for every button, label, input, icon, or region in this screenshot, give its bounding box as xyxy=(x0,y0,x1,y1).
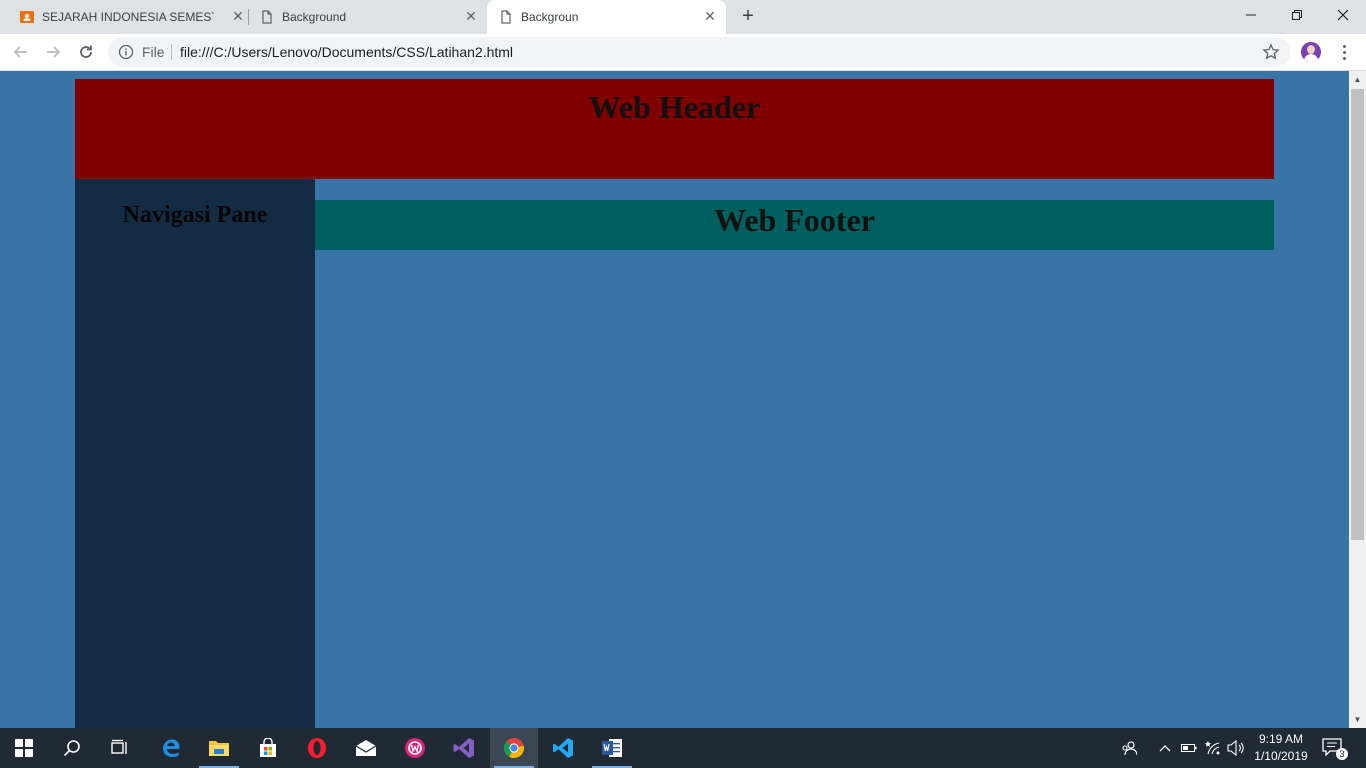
navigation-pane-title: Navigasi Pane xyxy=(122,202,268,228)
back-button[interactable] xyxy=(9,40,33,64)
web-footer-title: Web Footer xyxy=(714,202,875,238)
chevron-up-icon[interactable] xyxy=(1155,738,1175,758)
system-clock[interactable]: 9:19 AM 1/10/2019 xyxy=(1248,731,1314,765)
tab-background[interactable]: Background ✕ xyxy=(248,0,486,34)
new-tab-button[interactable]: + xyxy=(737,6,759,28)
word-app[interactable] xyxy=(588,728,636,768)
reload-button[interactable] xyxy=(74,40,98,64)
forward-button[interactable] xyxy=(41,40,65,64)
chrome-icon xyxy=(503,738,525,759)
tab-sejarah[interactable]: SEJARAH INDONESIA SEMESTER ✕ xyxy=(8,0,248,34)
opera-app[interactable] xyxy=(293,728,341,768)
close-icon[interactable]: ✕ xyxy=(702,8,718,24)
store-icon xyxy=(260,738,276,757)
wamp-icon xyxy=(405,738,425,758)
navigation-pane: Navigasi Pane xyxy=(75,179,315,728)
classroom-icon xyxy=(20,10,34,24)
info-icon[interactable] xyxy=(118,44,134,60)
battery-icon[interactable] xyxy=(1179,738,1199,758)
visual-studio-icon xyxy=(453,738,474,758)
edge-icon xyxy=(163,739,180,757)
minimize-icon xyxy=(1246,14,1256,16)
page-icon xyxy=(260,10,274,24)
minimize-button[interactable] xyxy=(1228,0,1274,30)
file-explorer-icon xyxy=(209,741,229,756)
address-bar[interactable]: File file:///C:/Users/Lenovo/Documents/C… xyxy=(108,37,1290,67)
wifi-icon[interactable] xyxy=(1203,738,1223,758)
edge-app[interactable] xyxy=(147,728,195,768)
close-window-button[interactable] xyxy=(1320,0,1366,30)
reload-icon xyxy=(80,45,92,58)
vertical-scrollbar[interactable]: ▲ ▼ xyxy=(1349,71,1366,728)
scroll-thumb[interactable] xyxy=(1351,89,1364,540)
file-explorer-app[interactable] xyxy=(195,728,243,768)
address-divider xyxy=(171,44,172,60)
clock-time: 9:19 AM xyxy=(1258,732,1304,746)
vscode-app[interactable] xyxy=(539,728,587,768)
start-icon xyxy=(15,739,33,757)
volume-icon[interactable] xyxy=(1226,738,1246,758)
close-icon[interactable]: ✕ xyxy=(230,8,246,24)
close-icon xyxy=(1337,9,1349,21)
task-view-icon xyxy=(111,739,127,754)
scroll-up-arrow-icon[interactable]: ▲ xyxy=(1349,71,1366,88)
forward-arrow-icon xyxy=(47,46,61,58)
browser-toolbar: File file:///C:/Users/Lenovo/Documents/C… xyxy=(0,34,1366,71)
scroll-down-arrow-icon[interactable]: ▼ xyxy=(1349,711,1366,728)
windows-taskbar: 9:19 AM 1/10/2019 3 xyxy=(0,728,1366,768)
restore-icon xyxy=(1292,10,1302,20)
restore-button[interactable] xyxy=(1274,0,1320,30)
tab-title: Backgroun xyxy=(521,10,579,24)
vscode-icon xyxy=(553,738,573,758)
close-icon[interactable]: ✕ xyxy=(463,8,479,24)
clock-date: 1/10/2019 xyxy=(1254,749,1308,763)
action-center-button[interactable]: 3 xyxy=(1322,738,1348,760)
chrome-app[interactable] xyxy=(490,728,538,768)
star-icon[interactable] xyxy=(1262,43,1280,61)
store-app[interactable] xyxy=(244,728,292,768)
mail-app[interactable] xyxy=(342,728,390,768)
task-view-button[interactable] xyxy=(96,728,144,768)
search-icon xyxy=(63,740,80,757)
word-icon xyxy=(602,739,622,757)
page-viewport: Web Header Navigasi Pane Web Footer xyxy=(0,71,1349,728)
search-button[interactable] xyxy=(48,728,96,768)
start-button[interactable] xyxy=(0,728,48,768)
profile-avatar[interactable] xyxy=(1301,42,1321,62)
visual-studio-app[interactable] xyxy=(440,728,488,768)
back-arrow-icon xyxy=(13,46,27,58)
wamp-app[interactable] xyxy=(391,728,439,768)
mail-icon xyxy=(355,740,377,756)
page-icon xyxy=(499,10,513,24)
scheme-label: File xyxy=(142,44,165,60)
opera-icon xyxy=(308,738,326,758)
tab-backgroun-active[interactable]: Backgroun ✕ xyxy=(487,0,726,34)
notification-count-badge: 3 xyxy=(1336,748,1348,760)
more-menu-icon[interactable] xyxy=(1334,42,1354,62)
url-text[interactable]: file:///C:/Users/Lenovo/Documents/CSS/La… xyxy=(180,45,513,60)
web-header: Web Header xyxy=(75,79,1274,179)
web-header-title: Web Header xyxy=(588,89,761,125)
web-footer: Web Footer xyxy=(315,200,1274,250)
tab-title: Background xyxy=(282,10,347,24)
tab-strip: SEJARAH INDONESIA SEMESTER ✕ Background … xyxy=(0,0,1366,34)
tab-title: SEJARAH INDONESIA SEMESTER xyxy=(42,10,214,24)
people-icon[interactable] xyxy=(1119,738,1139,758)
